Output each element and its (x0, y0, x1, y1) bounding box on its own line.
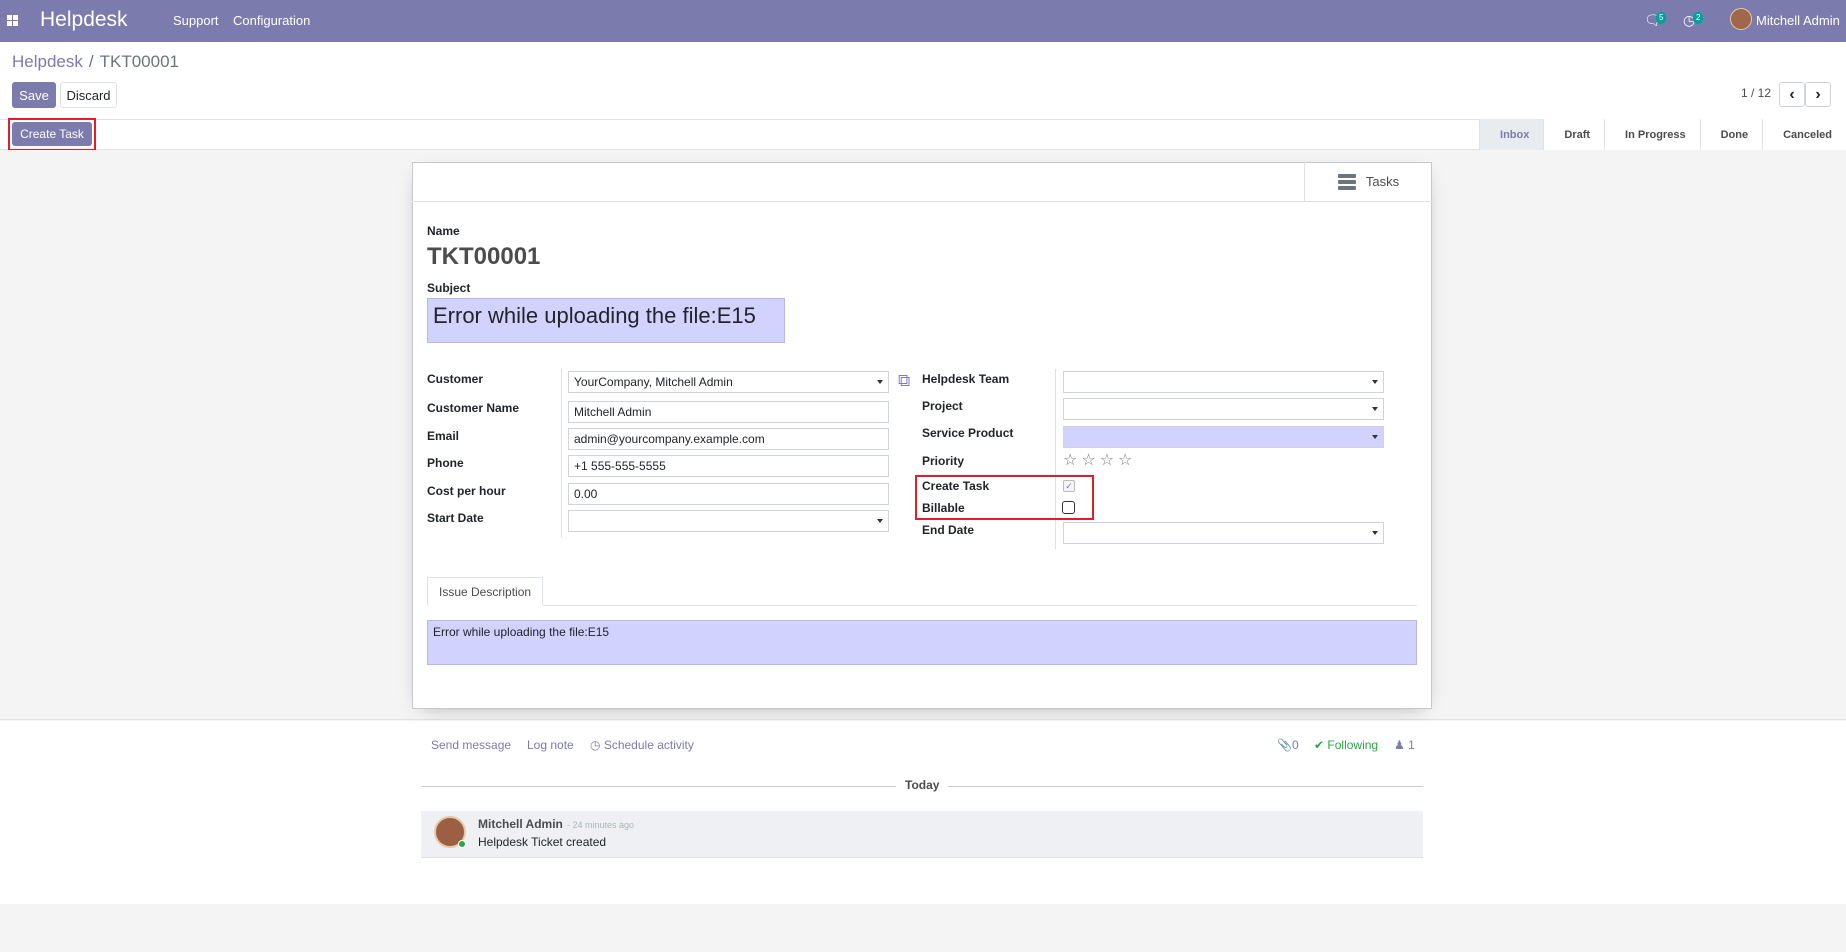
service-product-label: Service Product (922, 426, 1014, 440)
tasks-label: Tasks (1365, 174, 1400, 189)
email-input[interactable]: admin@yourcompany.example.com (568, 428, 889, 450)
star-icon[interactable]: ☆ (1063, 450, 1077, 470)
service-product-select[interactable] (1063, 426, 1384, 448)
left-group-divider (561, 369, 562, 538)
caret-down-icon (1372, 435, 1378, 439)
stage-inbox[interactable]: Inbox (1479, 119, 1544, 150)
stage-draft[interactable]: Draft (1543, 119, 1605, 150)
schedule-activity-button[interactable]: ◷ Schedule activity (590, 738, 694, 752)
caret-down-icon (1372, 380, 1378, 384)
user-avatar[interactable] (1730, 8, 1752, 30)
star-icon[interactable]: ☆ (1081, 450, 1095, 470)
notebook-tab-line (427, 605, 1417, 606)
apps-menu-icon[interactable] (7, 15, 18, 26)
user-menu[interactable]: Mitchell Admin (1756, 13, 1840, 28)
billable-checkbox[interactable] (1062, 501, 1075, 514)
sheet-divider (412, 201, 1432, 202)
chevron-left-icon: ‹ (1789, 85, 1795, 103)
create-task-button[interactable]: Create Task (12, 122, 92, 146)
external-link-icon[interactable]: ⧉ (898, 371, 910, 391)
date-separator-today: Today (905, 778, 940, 792)
helpdesk-team-label: Helpdesk Team (922, 372, 1010, 386)
following-label: Following (1327, 738, 1379, 752)
name-label: Name (427, 224, 460, 238)
app-brand[interactable]: Helpdesk (40, 8, 128, 32)
breadcrumb-current: TKT00001 (99, 52, 179, 71)
helpdesk-team-select[interactable] (1063, 371, 1384, 393)
attachments-count: 0 (1291, 738, 1299, 752)
online-status-icon (458, 840, 466, 848)
clock-icon: ◷ (590, 738, 601, 752)
end-date-input[interactable] (1063, 522, 1384, 544)
star-icon[interactable]: ☆ (1100, 450, 1114, 470)
date-separator-line (948, 786, 1423, 787)
phone-label: Phone (427, 456, 464, 470)
paperclip-icon: 📎 (1277, 738, 1292, 752)
tab-issue-description[interactable]: Issue Description (427, 577, 544, 606)
phone-input[interactable]: +1 555-555-5555 (568, 455, 889, 477)
following-button[interactable]: ✔ Following (1314, 738, 1378, 752)
save-button[interactable]: Save (12, 82, 56, 108)
star-icon[interactable]: ☆ (1118, 450, 1132, 470)
user-icon: ♟ (1394, 738, 1405, 752)
pager-previous-button[interactable]: ‹ (1779, 82, 1805, 107)
issue-description-editor[interactable]: Error while uploading the file:E15 (427, 620, 1417, 665)
email-label: Email (427, 429, 460, 443)
priority-label: Priority (922, 454, 965, 468)
tasks-icon (1337, 173, 1356, 190)
cost-per-hour-label: Cost per hour (427, 484, 506, 498)
breadcrumb-separator: / (88, 52, 94, 71)
discard-button[interactable]: Discard (60, 82, 117, 108)
breadcrumb-helpdesk[interactable]: Helpdesk (12, 52, 83, 71)
send-message-button[interactable]: Send message (431, 738, 511, 752)
subject-input[interactable]: Error while uploading the file:E15 (427, 298, 785, 343)
caret-down-icon (877, 519, 883, 523)
customer-name-input[interactable]: Mitchell Admin (568, 401, 889, 423)
start-date-input[interactable] (568, 510, 889, 532)
pager-next-button[interactable]: › (1805, 82, 1831, 107)
log-note-button[interactable]: Log note (527, 738, 574, 752)
project-select[interactable] (1063, 398, 1384, 420)
message-body: Helpdesk Ticket created (478, 835, 607, 849)
stage-canceled[interactable]: Canceled (1762, 119, 1846, 150)
customer-select[interactable]: YourCompany, Mitchell Admin (568, 371, 889, 393)
right-group-divider (1055, 369, 1056, 549)
pager-value: 1 / 12 (1741, 86, 1772, 100)
caret-down-icon (877, 380, 883, 384)
followers-count: 1 (1408, 738, 1415, 752)
breadcrumb: Helpdesk / TKT00001 (12, 52, 179, 72)
billable-label: Billable (922, 501, 965, 515)
date-separator-line (421, 786, 896, 787)
stage-done[interactable]: Done (1699, 119, 1763, 150)
caret-down-icon (1372, 407, 1378, 411)
followers-button[interactable]: ♟ 1 (1394, 738, 1415, 752)
project-label: Project (922, 399, 963, 413)
tasks-smart-button[interactable]: Tasks (1304, 162, 1432, 201)
subject-label: Subject (427, 281, 471, 295)
customer-label: Customer (427, 372, 484, 386)
customer-value: YourCompany, Mitchell Admin (574, 375, 733, 389)
stage-bar: Inbox Draft In Progress Done Canceled (1479, 119, 1846, 150)
start-date-label: Start Date (427, 511, 484, 525)
end-date-label: End Date (922, 523, 975, 537)
message-time: - 24 minutes ago (567, 820, 635, 830)
schedule-activity-label: Schedule activity (603, 738, 694, 752)
chevron-right-icon: › (1815, 85, 1821, 103)
cost-per-hour-input[interactable]: 0.00 (568, 483, 889, 505)
stage-in-progress[interactable]: In Progress (1604, 119, 1700, 150)
menu-configuration[interactable]: Configuration (233, 13, 310, 28)
check-icon: ✔ (1314, 738, 1325, 752)
create-task-checkbox[interactable]: ✓ (1063, 480, 1075, 492)
create-task-label: Create Task (922, 479, 990, 493)
attachments-button[interactable]: 📎0 (1277, 738, 1299, 752)
message-author[interactable]: Mitchell Admin (478, 817, 563, 831)
customer-name-label: Customer Name (427, 401, 520, 415)
caret-down-icon (1372, 531, 1378, 535)
priority-stars: ☆ ☆ ☆ ☆ (1063, 450, 1132, 470)
ticket-name: TKT00001 (427, 243, 541, 270)
menu-support[interactable]: Support (173, 13, 219, 28)
